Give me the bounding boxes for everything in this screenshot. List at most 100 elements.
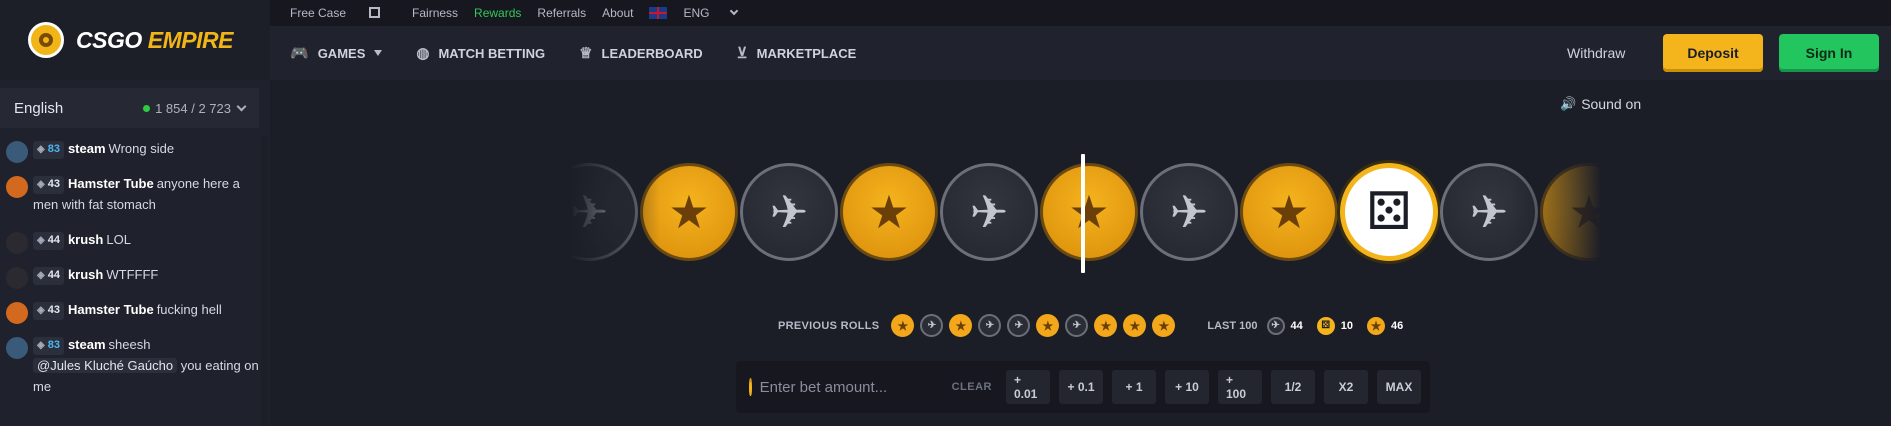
online-count[interactable]: 1 854 / 2 723	[143, 100, 247, 116]
language-selector[interactable]: ENG	[649, 6, 753, 20]
username[interactable]: krush	[68, 232, 103, 247]
chat-message: ◈ 83 steam sheesh @Jules Kluché Gaúcho you …	[0, 334, 262, 397]
add-100-button[interactable]: + 100	[1218, 370, 1262, 404]
username[interactable]: steam	[68, 337, 106, 352]
bet-amount-input[interactable]	[759, 378, 940, 396]
chat-messages: ◈ 83 steam Wrong side ◈ 43 Hamster Tube anyone…	[0, 138, 262, 411]
level-badge: ◈ 83	[33, 336, 64, 355]
trophy-icon: ♕	[579, 45, 593, 62]
clear-button[interactable]: CLEAR	[952, 381, 992, 393]
cart-icon: ⊻	[736, 45, 748, 62]
star-icon: ★	[1268, 186, 1310, 238]
sidebar: CSGO EMPIRE English 1 854 / 2 723 ◈ 83 stea…	[0, 0, 270, 426]
level-badge: ◈ 43	[33, 175, 64, 194]
nav-marketplace[interactable]: ⊻ MARKETPLACE	[737, 44, 857, 62]
previous-rolls-label: PREVIOUS ROLLS	[778, 319, 880, 332]
avatar[interactable]	[6, 176, 28, 198]
last-100-label: LAST 100	[1207, 319, 1258, 332]
star-icon: ★	[868, 186, 910, 238]
deposit-button[interactable]: Deposit	[1663, 34, 1763, 72]
referrals-link[interactable]: Referrals	[537, 6, 586, 20]
add-1-button[interactable]: + 1	[1112, 370, 1156, 404]
roulette-roller: ✈★✈★✈★✈★⚄✈★	[530, 160, 1640, 265]
nav-match-betting-label: MATCH BETTING	[438, 45, 546, 61]
t-roll-icon: ★	[1152, 314, 1176, 337]
shield-icon: ◈	[37, 270, 45, 281]
online-dot-icon	[143, 104, 151, 112]
brand-name-white: CSGO	[76, 26, 142, 53]
logo[interactable]: CSGO EMPIRE	[0, 0, 270, 80]
uk-flag-icon	[649, 7, 668, 19]
brand-name: CSGO EMPIRE	[76, 27, 233, 54]
level-value: 83	[47, 143, 60, 155]
t-roll-icon: ★	[1094, 314, 1118, 337]
sound-label: Sound on	[1581, 96, 1642, 112]
free-case-link[interactable]: Free Case	[290, 6, 396, 20]
user-mention[interactable]: @Jules Kluché Gaúcho	[33, 358, 178, 373]
avatar[interactable]	[6, 337, 28, 359]
dice-icon: ⚄	[1366, 183, 1412, 241]
chat-scrollbar[interactable]	[261, 136, 268, 426]
t-roll-icon: ★	[891, 314, 915, 337]
gift-icon	[369, 6, 381, 18]
nav-marketplace-label: MARKETPLACE	[756, 45, 857, 61]
message-text: LOL	[106, 232, 131, 247]
sound-toggle[interactable]: 🔊 Sound on	[1560, 96, 1641, 112]
chat-language[interactable]: English	[14, 100, 63, 117]
globe-icon: ◍	[416, 45, 430, 62]
star-icon: ★	[1068, 186, 1110, 238]
rewards-link[interactable]: Rewards	[474, 6, 521, 20]
level-badge: ◈ 43	[33, 301, 64, 320]
chevron-down-icon	[236, 101, 247, 111]
chat-message: ◈ 44 krush WTFFFF	[0, 264, 262, 289]
message-text: fucking hell	[156, 302, 222, 317]
username[interactable]: krush	[68, 267, 103, 282]
t-stat-icon: ★	[1367, 316, 1386, 335]
free-case-label: Free Case	[290, 6, 347, 20]
avatar[interactable]	[6, 232, 28, 254]
wings-icon: ✈	[1469, 186, 1509, 238]
sign-in-button[interactable]: Sign In	[1779, 34, 1879, 72]
online-count-label: 1 854 / 2 723	[155, 100, 231, 116]
nav-games[interactable]: 🎮 GAMES	[290, 44, 383, 62]
nav-leaderboard[interactable]: ♕ LEADERBOARD	[579, 44, 703, 62]
add-0.1-button[interactable]: + 0.1	[1059, 370, 1103, 404]
level-value: 43	[47, 304, 60, 316]
main-nav: 🎮 GAMES ◍ MATCH BETTING ♕ LEADERBOARD ⊻ MARK…	[270, 26, 1891, 80]
about-link[interactable]: About	[602, 6, 633, 20]
chat-message: ◈ 44 krush LOL	[0, 229, 262, 254]
shield-icon: ◈	[37, 305, 45, 316]
level-value: 83	[47, 339, 60, 351]
add-10-button[interactable]: + 10	[1165, 370, 1209, 404]
speaker-icon: 🔊	[1560, 96, 1577, 111]
nav-leaderboard-label: LEADERBOARD	[601, 45, 703, 61]
double-button[interactable]: X2	[1324, 370, 1368, 404]
avatar[interactable]	[6, 302, 28, 324]
ct-coin: ✈	[740, 163, 838, 261]
withdraw-link[interactable]: Withdraw	[1567, 26, 1625, 80]
level-value: 44	[47, 269, 60, 281]
shield-icon: ◈	[37, 179, 45, 190]
ct-roll-icon: ✈	[920, 314, 944, 337]
max-button[interactable]: MAX	[1377, 370, 1421, 404]
dice-stat-icon: ⚄	[1316, 316, 1335, 335]
username[interactable]: Hamster Tube	[68, 176, 154, 191]
message-text: Wrong side	[108, 141, 175, 156]
username[interactable]: Hamster Tube	[68, 302, 154, 317]
app-root: CSGO EMPIRE English 1 854 / 2 723 ◈ 83 stea…	[0, 0, 1891, 426]
chat-message: ◈ 43 Hamster Tube anyone here a men with fa…	[0, 173, 262, 215]
avatar[interactable]	[6, 267, 28, 289]
level-value: 44	[47, 234, 60, 246]
avatar[interactable]	[6, 141, 28, 163]
add-0.01-button[interactable]: + 0.01	[1006, 370, 1050, 404]
nav-match-betting[interactable]: ◍ MATCH BETTING	[416, 44, 545, 62]
username[interactable]: steam	[68, 141, 106, 156]
ct-coin: ✈	[1140, 163, 1238, 261]
half-button[interactable]: 1/2	[1271, 370, 1315, 404]
wings-icon: ✈	[1169, 186, 1209, 238]
level-badge: ◈ 44	[33, 266, 64, 285]
bonus-count: 10	[1340, 319, 1354, 332]
wings-icon: ✈	[969, 186, 1009, 238]
t-coin: ★	[1040, 163, 1138, 261]
fairness-link[interactable]: Fairness	[412, 6, 458, 20]
